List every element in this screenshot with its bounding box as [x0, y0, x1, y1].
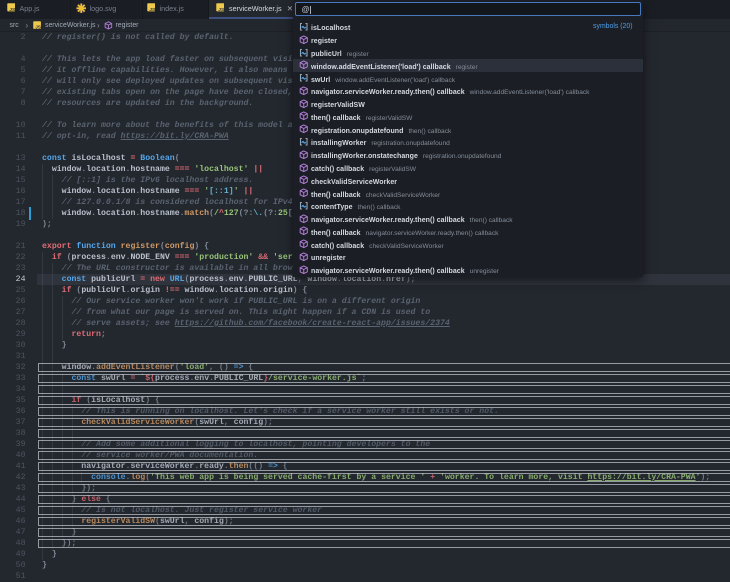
svg-text:JS: JS [149, 7, 155, 12]
svg-text:JS: JS [218, 7, 224, 12]
svg-text:JS: JS [35, 25, 41, 30]
svg-text:JS: JS [9, 7, 15, 12]
